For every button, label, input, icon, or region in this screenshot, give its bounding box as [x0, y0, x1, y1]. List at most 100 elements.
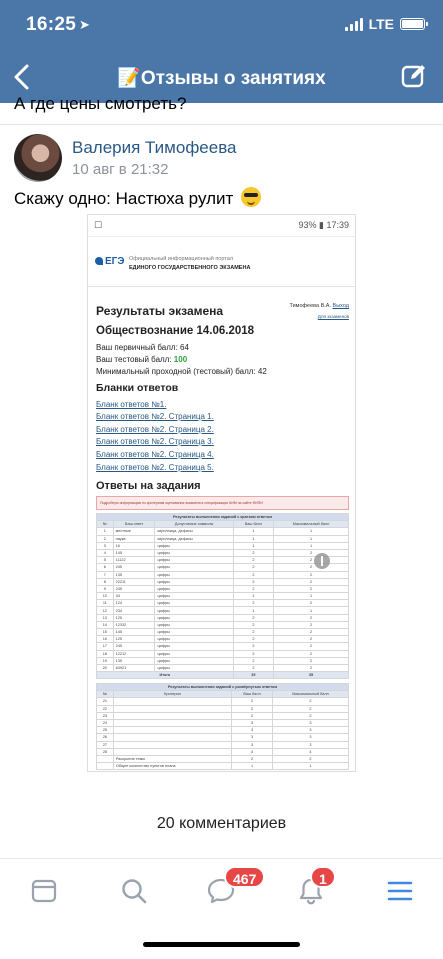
- table-row: 22 2 2: [96, 704, 350, 713]
- notifications-badge: 1: [310, 866, 336, 888]
- primary-score-label: Ваш первичный балл:: [96, 343, 181, 352]
- table-cell: [112, 740, 233, 749]
- table-cell: 64921: [112, 663, 156, 673]
- table-cell: 6: [96, 563, 114, 572]
- table-cell: 2: [271, 754, 350, 764]
- table-cell: 28: [96, 747, 114, 756]
- table-cell: 3: [271, 740, 350, 749]
- edit-icon[interactable]: [401, 63, 427, 89]
- blank-link: Бланк ответов №2. Страница 4.: [96, 450, 214, 459]
- primary-score-value: 64: [180, 343, 189, 352]
- table-cell: 16: [112, 541, 156, 550]
- search-icon[interactable]: [119, 876, 149, 906]
- table-cell: 125: [112, 635, 156, 644]
- comments-count[interactable]: 20 комментариев: [0, 815, 443, 833]
- table-cell: 4: [271, 747, 350, 756]
- table-row: 12 234 цифры 1 1: [96, 606, 349, 615]
- table-cell: 2: [273, 663, 349, 673]
- table-cell: 2: [273, 584, 349, 594]
- table-cell: цифры: [154, 656, 234, 665]
- table-cell: [96, 762, 114, 771]
- table-cell: 1: [232, 541, 275, 550]
- table-cell: 145: [112, 548, 156, 558]
- table-row: 6 245 цифры 2 2: [96, 563, 349, 572]
- table-cell: 135: [112, 656, 156, 665]
- table-cell: 1: [231, 762, 273, 771]
- table-cell: 2: [273, 563, 349, 572]
- table-cell: 2: [273, 656, 349, 665]
- table-cell: цифры: [154, 635, 234, 644]
- table-cell: Общее количество пунктов плана: [112, 762, 233, 771]
- table-row: 19 135 цифры 2 2: [96, 656, 349, 665]
- table-total-row: Итого 35 35: [96, 671, 349, 680]
- table-cell: 1: [232, 527, 275, 536]
- photo-status-right: 93% ▮ 17:39: [298, 220, 350, 230]
- table-cell: 15: [96, 627, 114, 637]
- comment-text: Скажу одно: Настюха рулит: [14, 187, 262, 209]
- exit-link: Выход: [332, 303, 349, 309]
- table-cell: 2: [273, 649, 349, 658]
- menu-icon[interactable]: [385, 876, 415, 906]
- table-header-cell: Максимальный балл: [271, 690, 350, 699]
- table-cell: 2: [273, 642, 349, 651]
- table-cell: 34: [112, 592, 156, 601]
- notice-box: Подробную информацию по критериям оценив…: [96, 496, 349, 510]
- table-cell: 2: [231, 711, 273, 720]
- blank-link: Бланк ответов №2. Страница 5.: [96, 463, 214, 472]
- table-cell: 2: [232, 635, 275, 644]
- table-cell: [112, 733, 233, 742]
- table-row: 27 3 3: [96, 740, 350, 749]
- table-caption-row: Результаты выполнения заданий с кратким …: [96, 512, 349, 522]
- extended-answers-table: Результаты выполнения заданий с развёрну…: [96, 682, 350, 771]
- table-cell: [96, 754, 114, 764]
- table-row: 9 245 цифры 2 2: [96, 584, 349, 594]
- table-caption-row: Результаты выполнения заданий с развёрну…: [96, 682, 349, 692]
- ege-logo: ЕГЭ: [95, 256, 124, 267]
- table-cell: цифры: [154, 577, 234, 586]
- table-header-row: № Критерии Ваш балл Максимальный балл: [96, 690, 350, 699]
- comment-date: 10 авг в 21:32: [72, 161, 169, 178]
- table-cell: 2: [273, 570, 349, 579]
- blank-link: Бланк ответов №2. Страница 3.: [96, 437, 214, 446]
- table-cell: 1: [232, 534, 275, 543]
- news-feed-icon[interactable]: [29, 876, 59, 906]
- status-time: 16:25: [26, 14, 77, 35]
- table-cell: 4: [96, 548, 114, 558]
- table-cell: 2: [271, 697, 350, 706]
- table-row: 18 12212 цифры 2 2: [96, 649, 349, 658]
- table-row: 11 124 цифры 2 2: [96, 599, 349, 608]
- top-bar: 16:25 ➤ LTE 📝Отзывы о занятиях: [0, 0, 443, 103]
- min-score: Минимальный проходной (тестовый) балл: 4…: [96, 367, 267, 376]
- comment-author[interactable]: Валерия Тимофеева: [72, 138, 237, 158]
- attached-photo[interactable]: ☐ 93% ▮ 17:39 ЕГЭ Официальный информацио…: [87, 214, 356, 772]
- table-cell: 12332: [112, 620, 156, 630]
- table-cell: 35: [232, 671, 275, 680]
- table-cell: цифры: [154, 570, 234, 579]
- blank-link: Бланк ответов №2. Страница 2.: [96, 425, 214, 434]
- home-indicator: [143, 942, 300, 947]
- table-cell: 2: [232, 548, 275, 558]
- messages-badge: 467: [224, 866, 266, 888]
- table-cell: цифры: [154, 584, 234, 594]
- primary-score: Ваш первичный балл: 64: [96, 343, 189, 352]
- table-caption: Результаты выполнения заданий с развёрну…: [96, 682, 349, 692]
- table-cell: 2: [231, 697, 273, 706]
- table-row: 7 135 цифры 2 2: [96, 570, 349, 579]
- table-cell: 2: [271, 704, 350, 713]
- tab-notifications[interactable]: 1: [296, 866, 336, 906]
- table-cell: 2: [273, 599, 349, 608]
- table-row: 2 наука кириллица, дефисы 1 1: [96, 534, 349, 543]
- table-cell: 14: [96, 620, 114, 630]
- min-score-label: Минимальный проходной (тестовый) балл:: [96, 367, 258, 376]
- table-cell: 5: [96, 556, 114, 565]
- table-cell: 2: [232, 613, 275, 622]
- table-cell: цифры: [154, 599, 234, 608]
- table-row: 28 4 4: [96, 747, 350, 756]
- tab-messages[interactable]: 467: [206, 866, 266, 906]
- table-row: 17 245 цифры 2 2: [96, 642, 349, 651]
- avatar[interactable]: [14, 134, 62, 182]
- table-cell: 11: [96, 599, 114, 608]
- table-row: 15 145 цифры 2 2: [96, 627, 349, 637]
- table-cell: 17: [96, 642, 114, 651]
- table-header-row: № Ваш ответ Допустимые символы Ваш балл Макс…: [96, 520, 349, 529]
